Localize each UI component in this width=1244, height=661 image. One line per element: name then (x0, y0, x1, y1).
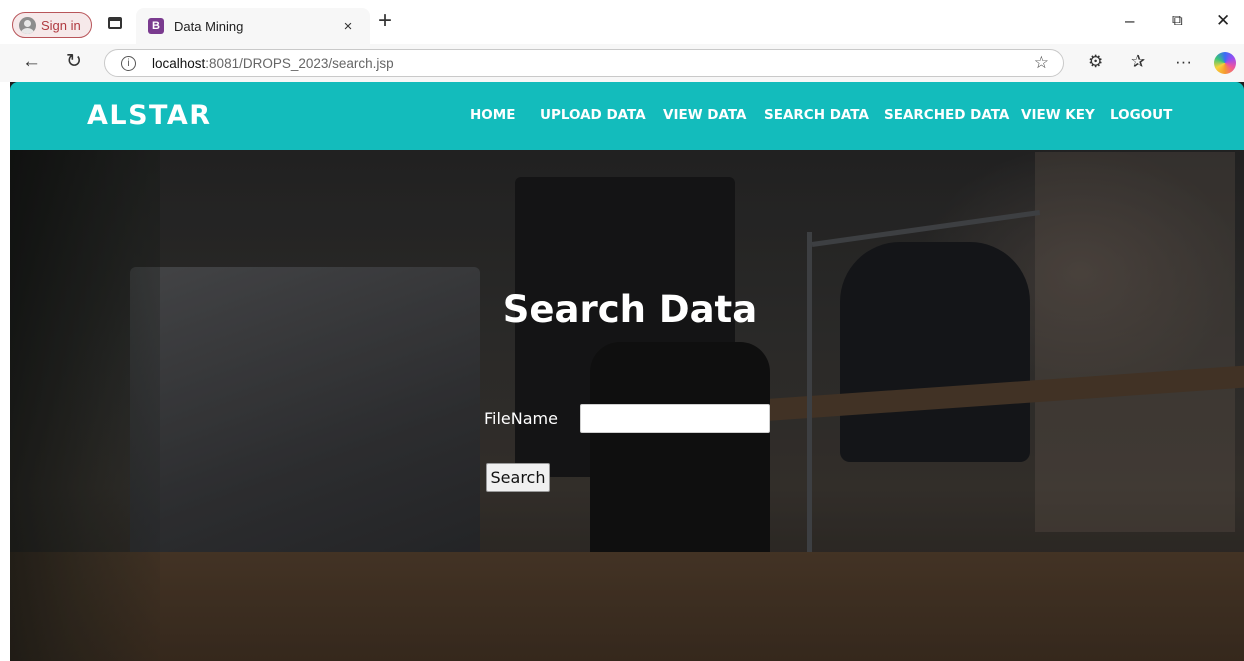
copilot-icon[interactable] (1214, 52, 1236, 74)
site-info-icon[interactable]: i (121, 55, 136, 71)
favorites-icon[interactable]: ✰ (1131, 51, 1145, 73)
nav-upload-data[interactable]: UPLOAD DATA (540, 107, 646, 123)
tab-favicon-icon: B (148, 18, 164, 34)
search-button[interactable]: Search (486, 463, 550, 492)
dark-overlay (10, 82, 1244, 661)
hero-background-image (10, 82, 1244, 661)
page-title: Search Data (502, 288, 758, 331)
tab-actions-icon[interactable] (108, 17, 122, 29)
back-arrow-icon[interactable]: ← (22, 50, 41, 74)
filename-label: FileName (484, 409, 558, 428)
browser-tab-active[interactable]: B Data Mining × (136, 8, 370, 44)
sign-in-label: Sign in (41, 17, 81, 33)
tab-title: Data Mining (174, 18, 244, 34)
more-options-icon[interactable]: ··· (1175, 51, 1192, 73)
minimize-icon[interactable]: – (1125, 10, 1134, 32)
nav-view-key[interactable]: VIEW KEY (1021, 107, 1095, 123)
web-page: ALSTAR HOME UPLOAD DATA VIEW DATA SEARCH… (10, 82, 1244, 661)
browser-address-bar: ← ↻ i localhost:8081/DROPS_2023/search.j… (0, 44, 1244, 82)
window-close-icon[interactable]: ✕ (1216, 10, 1230, 32)
new-tab-icon[interactable]: + (378, 9, 392, 33)
url-path: :8081/DROPS_2023/search.jsp (205, 55, 394, 71)
nav-view-data[interactable]: VIEW DATA (663, 107, 747, 123)
tab-close-icon[interactable]: × (336, 18, 360, 35)
nav-logout[interactable]: LOGOUT (1110, 107, 1172, 123)
profile-avatar-icon (19, 16, 36, 34)
site-logo[interactable]: ALSTAR (87, 100, 212, 131)
browser-tab-bar: Sign in B Data Mining × + – ⧉ ✕ (0, 0, 1244, 44)
restore-icon[interactable]: ⧉ (1172, 10, 1183, 32)
sign-in-button[interactable]: Sign in (12, 12, 92, 38)
filename-input[interactable] (580, 404, 770, 433)
url-host: localhost (152, 55, 206, 71)
reload-icon[interactable]: ↻ (66, 50, 82, 74)
nav-searched-data[interactable]: SEARCHED DATA (884, 107, 1009, 123)
site-navbar: ALSTAR HOME UPLOAD DATA VIEW DATA SEARCH… (10, 82, 1244, 150)
nav-home[interactable]: HOME (470, 107, 515, 123)
nav-search-data[interactable]: SEARCH DATA (764, 107, 869, 123)
extensions-icon[interactable]: ⚙ (1088, 51, 1103, 73)
url-field[interactable]: i localhost:8081/DROPS_2023/search.jsp ☆ (104, 49, 1064, 77)
favorite-star-icon[interactable]: ☆ (1034, 53, 1049, 73)
